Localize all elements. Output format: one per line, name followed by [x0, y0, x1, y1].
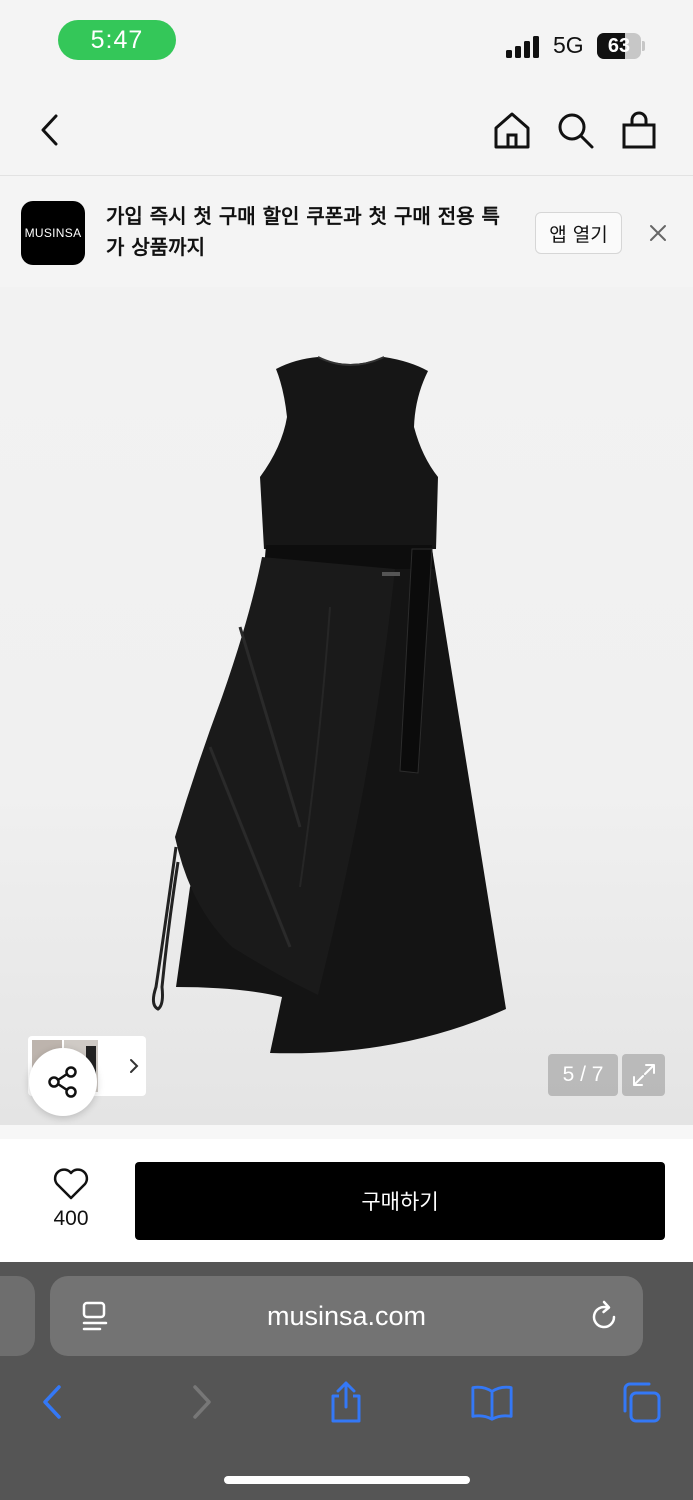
battery-icon: 63 — [597, 33, 641, 59]
header-nav — [0, 86, 693, 176]
banner-text: 가입 즉시 첫 구매 할인 쿠폰과 첫 구매 전용 특가 상품까지 — [106, 204, 500, 259]
bookmarks-button[interactable] — [470, 1380, 514, 1424]
product-dress-image — [151, 356, 506, 1054]
home-button[interactable] — [490, 108, 534, 152]
expand-icon — [632, 1064, 655, 1086]
image-counter: 5 / 7 — [548, 1054, 618, 1096]
reload-icon[interactable] — [588, 1300, 620, 1332]
share-icon — [48, 1066, 77, 1098]
search-icon — [558, 113, 594, 149]
battery-percent: 63 — [607, 34, 631, 57]
chevron-left-icon — [43, 1385, 61, 1419]
heart-icon — [53, 1168, 89, 1200]
chevron-right-icon — [130, 1059, 139, 1073]
signal-icon — [506, 36, 544, 58]
purchase-bar: 400 구매하기 — [0, 1125, 693, 1262]
browser-share-button[interactable] — [324, 1380, 368, 1424]
browser-toolbar: musinsa.com — [0, 1262, 693, 1500]
battery-cap — [642, 41, 645, 51]
network-label: 5G — [553, 32, 584, 58]
chevron-right-icon — [193, 1385, 211, 1419]
banner-close-button[interactable] — [642, 217, 674, 249]
close-icon — [650, 225, 666, 241]
like-count: 400 — [53, 1207, 89, 1230]
share-button[interactable] — [29, 1048, 97, 1116]
like-button[interactable]: 400 — [36, 1167, 106, 1247]
tabs-button[interactable] — [618, 1380, 662, 1424]
buy-button[interactable]: 구매하기 — [135, 1162, 665, 1240]
fullscreen-button[interactable] — [622, 1054, 665, 1096]
cart-button[interactable] — [617, 108, 661, 152]
product-image-carousel[interactable]: 5 / 7 — [0, 287, 693, 1125]
app-download-banner: MUSINSA 가입 즉시 첫 구매 할인 쿠폰과 첫 구매 전용 특가 상품까… — [0, 177, 693, 287]
browser-back-button[interactable] — [30, 1380, 74, 1424]
previous-tab-preview[interactable] — [0, 1276, 35, 1356]
musinsa-logo: MUSINSA — [21, 201, 85, 265]
url-text: musinsa.com — [266, 1300, 427, 1331]
cart-icon — [622, 111, 656, 149]
status-bar: 5:47 5G 63 — [0, 0, 693, 86]
open-app-button[interactable]: 앱 열기 — [535, 212, 622, 254]
tabs-icon — [623, 1382, 661, 1423]
home-icon — [494, 112, 530, 149]
home-indicator[interactable] — [224, 1476, 470, 1484]
back-icon — [41, 114, 58, 146]
search-button[interactable] — [553, 108, 597, 152]
browser-forward-button[interactable] — [180, 1380, 224, 1424]
book-icon — [471, 1385, 513, 1421]
address-bar[interactable]: musinsa.com — [50, 1276, 643, 1356]
back-button[interactable] — [28, 108, 72, 152]
share-upload-icon — [331, 1381, 361, 1423]
status-time[interactable]: 5:47 — [58, 20, 176, 60]
thumbnail-next-button[interactable] — [124, 1054, 144, 1078]
